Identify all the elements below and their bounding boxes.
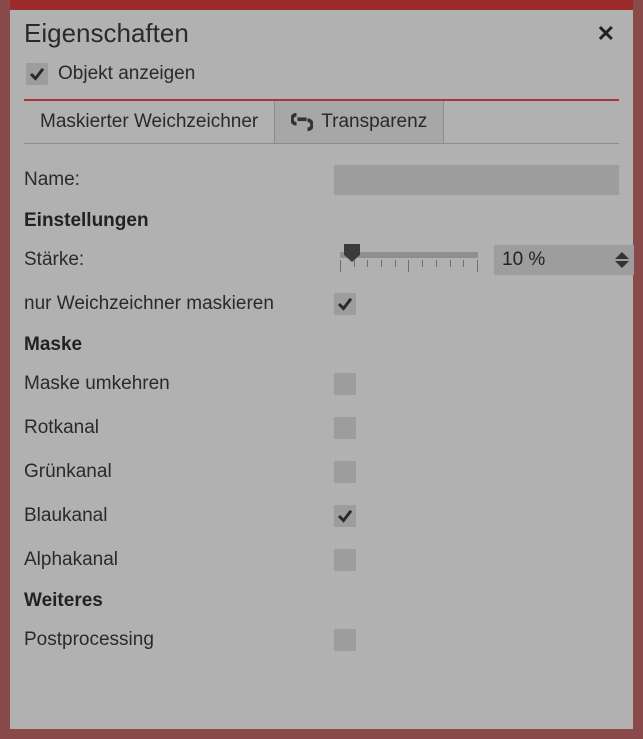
tab-transparency[interactable]: Transparenz xyxy=(275,101,444,143)
green-channel-checkbox[interactable] xyxy=(334,461,356,483)
section-more: Weiteres xyxy=(24,590,619,612)
green-channel-label: Grünkanal xyxy=(24,461,324,483)
strength-slider[interactable] xyxy=(334,242,484,278)
transparency-icon xyxy=(291,111,313,133)
show-object-checkbox[interactable] xyxy=(26,63,48,85)
spinner-up-icon[interactable] xyxy=(615,252,629,259)
name-input[interactable] xyxy=(334,165,619,195)
slider-ticks xyxy=(340,260,478,272)
tab-masked-blur[interactable]: Maskierter Weichzeichner xyxy=(24,101,275,143)
mask-only-label: nur Weichzeichner maskieren xyxy=(24,293,324,315)
strength-spinner[interactable]: 10 % xyxy=(494,245,634,275)
spinner-down-icon[interactable] xyxy=(615,261,629,268)
panel-header: Eigenschaften ✕ xyxy=(24,10,619,59)
blue-channel-checkbox[interactable] xyxy=(334,505,356,527)
invert-mask-label: Maske umkehren xyxy=(24,373,324,395)
alpha-channel-label: Alphakanal xyxy=(24,549,324,571)
invert-mask-checkbox[interactable] xyxy=(334,373,356,395)
close-icon[interactable]: ✕ xyxy=(593,21,619,47)
show-object-label: Objekt anzeigen xyxy=(58,63,195,85)
slider-track xyxy=(340,252,478,258)
postprocessing-checkbox[interactable] xyxy=(334,629,356,651)
name-label: Name: xyxy=(24,169,324,191)
tab-masked-blur-label: Maskierter Weichzeichner xyxy=(40,111,258,133)
panel-title: Eigenschaften xyxy=(24,18,189,49)
section-settings: Einstellungen xyxy=(24,210,619,232)
alpha-channel-checkbox[interactable] xyxy=(334,549,356,571)
red-channel-label: Rotkanal xyxy=(24,417,324,439)
section-mask: Maske xyxy=(24,334,619,356)
strength-value: 10 % xyxy=(494,249,610,271)
mask-only-checkbox[interactable] xyxy=(334,293,356,315)
blue-channel-label: Blaukanal xyxy=(24,505,324,527)
tab-bar: Maskierter Weichzeichner Transparenz xyxy=(24,99,619,144)
strength-label: Stärke: xyxy=(24,249,324,271)
red-channel-checkbox[interactable] xyxy=(334,417,356,439)
tab-transparency-label: Transparenz xyxy=(321,111,427,133)
postprocessing-label: Postprocessing xyxy=(24,629,324,651)
